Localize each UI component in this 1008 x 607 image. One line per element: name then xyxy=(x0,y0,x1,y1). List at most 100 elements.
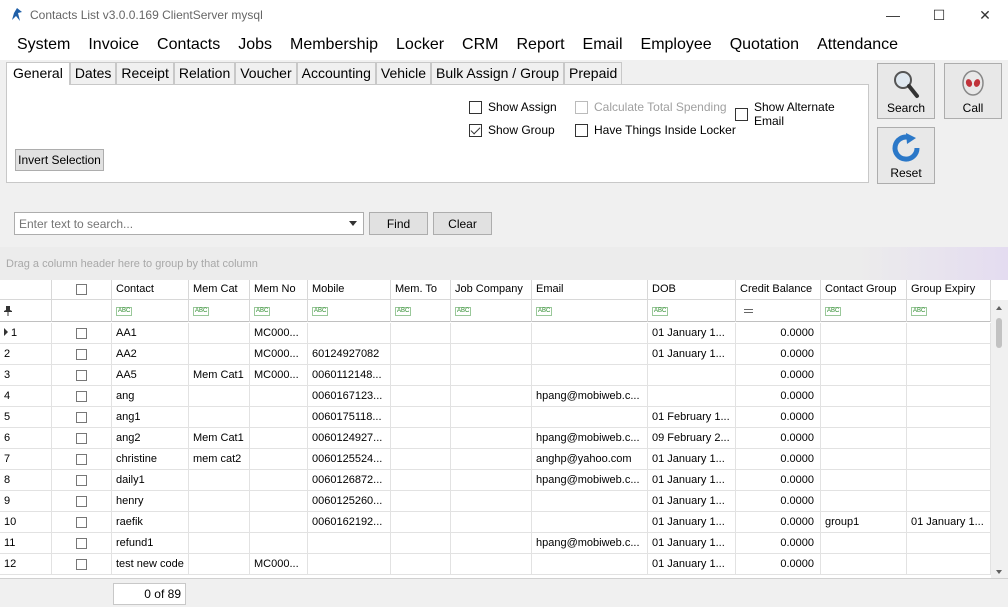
contact-cell[interactable]: AA2 xyxy=(112,344,189,364)
filter-contact-group[interactable]: ABC xyxy=(821,300,907,322)
contact-group-cell[interactable]: group1 xyxy=(821,512,907,532)
menu-attendance[interactable]: Attendance xyxy=(808,30,907,60)
job-company-cell[interactable] xyxy=(451,449,532,469)
have-things-inside-locker-checkbox[interactable] xyxy=(575,123,588,137)
table-row[interactable]: 11 refund1 hpang@mobiweb.c... 01 January 1.… xyxy=(0,533,991,554)
table-row[interactable]: 1 AA1 MC000... 01 January 1... 0.0000 xyxy=(0,323,991,344)
row-checkbox[interactable] xyxy=(76,516,87,528)
column-header-group-expiry[interactable]: Group Expiry xyxy=(907,280,991,299)
row-select[interactable] xyxy=(52,491,112,511)
show-group-checkbox[interactable] xyxy=(469,123,482,137)
dob-cell[interactable]: 01 January 1... xyxy=(648,470,736,490)
email-cell[interactable] xyxy=(532,512,648,532)
job-company-cell[interactable] xyxy=(451,386,532,406)
scroll-thumb[interactable] xyxy=(996,318,1002,348)
contact-group-cell[interactable] xyxy=(821,407,907,427)
invert-selection-button[interactable]: Invert Selection xyxy=(15,149,104,171)
table-row[interactable]: 7 christine mem cat2 0060125524... anghp@yah… xyxy=(0,449,991,470)
table-row[interactable]: 10 raefik 0060162192... 01 January 1... 0.00… xyxy=(0,512,991,533)
credit-balance-cell[interactable]: 0.0000 xyxy=(736,386,821,406)
chevron-down-icon[interactable] xyxy=(349,221,357,226)
menu-jobs[interactable]: Jobs xyxy=(229,30,281,60)
menu-email[interactable]: Email xyxy=(574,30,632,60)
contact-group-cell[interactable] xyxy=(821,554,907,574)
show-assign-checkbox[interactable] xyxy=(469,100,482,114)
email-cell[interactable]: hpang@mobiweb.c... xyxy=(532,386,648,406)
row-checkbox[interactable] xyxy=(76,537,87,549)
row-checkbox[interactable] xyxy=(76,369,87,381)
mem-to-cell[interactable] xyxy=(391,470,451,490)
mem-to-cell[interactable] xyxy=(391,386,451,406)
job-company-cell[interactable] xyxy=(451,365,532,385)
dob-cell[interactable]: 01 February 1... xyxy=(648,407,736,427)
credit-balance-cell[interactable]: 0.0000 xyxy=(736,428,821,448)
group-expiry-cell[interactable] xyxy=(907,533,991,553)
group-expiry-cell[interactable] xyxy=(907,407,991,427)
row-select[interactable] xyxy=(52,344,112,364)
search-input[interactable] xyxy=(15,216,345,231)
mem-cat-cell[interactable] xyxy=(189,554,250,574)
column-header-select-all[interactable] xyxy=(52,280,112,299)
show-assign-option[interactable]: Show Assign xyxy=(469,100,557,114)
table-row[interactable]: 8 daily1 0060126872... hpang@mobiweb.c... 01… xyxy=(0,470,991,491)
tab-vehicle[interactable]: Vehicle xyxy=(375,62,432,84)
credit-balance-cell[interactable]: 0.0000 xyxy=(736,407,821,427)
credit-balance-cell[interactable]: 0.0000 xyxy=(736,554,821,574)
menu-quotation[interactable]: Quotation xyxy=(721,30,808,60)
mem-cat-cell[interactable] xyxy=(189,491,250,511)
mobile-cell[interactable]: 0060125260... xyxy=(308,491,391,511)
mem-to-cell[interactable] xyxy=(391,344,451,364)
contact-cell[interactable]: refund1 xyxy=(112,533,189,553)
tab-accounting[interactable]: Accounting xyxy=(296,62,376,84)
dob-cell[interactable]: 01 January 1... xyxy=(648,323,736,343)
mem-no-cell[interactable]: MC000... xyxy=(250,323,308,343)
job-company-cell[interactable] xyxy=(451,323,532,343)
table-row[interactable]: 9 henry 0060125260... 01 January 1... 0.0000 xyxy=(0,491,991,512)
contact-cell[interactable]: christine xyxy=(112,449,189,469)
contact-group-cell[interactable] xyxy=(821,323,907,343)
credit-balance-cell[interactable]: 0.0000 xyxy=(736,533,821,553)
mem-cat-cell[interactable] xyxy=(189,470,250,490)
mem-cat-cell[interactable] xyxy=(189,344,250,364)
table-row[interactable]: 3 AA5 Mem Cat1 MC000... 0060112148... 0.0000 xyxy=(0,365,991,386)
mem-no-cell[interactable] xyxy=(250,491,308,511)
job-company-cell[interactable] xyxy=(451,428,532,448)
mobile-cell[interactable]: 0060167123... xyxy=(308,386,391,406)
credit-balance-cell[interactable]: 0.0000 xyxy=(736,449,821,469)
contact-cell[interactable]: ang2 xyxy=(112,428,189,448)
dob-cell[interactable]: 01 January 1... xyxy=(648,491,736,511)
filter-pin-icon[interactable] xyxy=(0,300,52,322)
row-checkbox[interactable] xyxy=(76,327,87,339)
job-company-cell[interactable] xyxy=(451,512,532,532)
row-select[interactable] xyxy=(52,512,112,532)
tab-voucher[interactable]: Voucher xyxy=(235,62,297,84)
dob-cell[interactable] xyxy=(648,386,736,406)
filter-contact[interactable]: ABC xyxy=(112,300,189,322)
mem-cat-cell[interactable] xyxy=(189,407,250,427)
job-company-cell[interactable] xyxy=(451,533,532,553)
mem-no-cell[interactable]: MC000... xyxy=(250,344,308,364)
select-all-checkbox[interactable] xyxy=(76,284,87,295)
group-expiry-cell[interactable] xyxy=(907,428,991,448)
job-company-cell[interactable] xyxy=(451,407,532,427)
mobile-cell[interactable]: 60124927082 xyxy=(308,344,391,364)
mem-cat-cell[interactable] xyxy=(189,533,250,553)
column-header-mem-cat[interactable]: Mem Cat xyxy=(189,280,250,299)
row-select[interactable] xyxy=(52,470,112,490)
mem-to-cell[interactable] xyxy=(391,407,451,427)
group-expiry-cell[interactable]: 01 January 1... xyxy=(907,512,991,532)
contact-group-cell[interactable] xyxy=(821,386,907,406)
filter-group-expiry[interactable]: ABC xyxy=(907,300,991,322)
mobile-cell[interactable]: 0060175118... xyxy=(308,407,391,427)
dob-cell[interactable]: 01 January 1... xyxy=(648,512,736,532)
tab-receipt[interactable]: Receipt xyxy=(116,62,174,84)
mem-cat-cell[interactable] xyxy=(189,386,250,406)
column-header-credit-balance[interactable]: Credit Balance xyxy=(736,280,821,299)
email-cell[interactable] xyxy=(532,407,648,427)
email-cell[interactable]: hpang@mobiweb.c... xyxy=(532,533,648,553)
menu-report[interactable]: Report xyxy=(507,30,573,60)
job-company-cell[interactable] xyxy=(451,470,532,490)
column-header-dob[interactable]: DOB xyxy=(648,280,736,299)
email-cell[interactable]: hpang@mobiweb.c... xyxy=(532,428,648,448)
column-header-job-company[interactable]: Job Company xyxy=(451,280,532,299)
